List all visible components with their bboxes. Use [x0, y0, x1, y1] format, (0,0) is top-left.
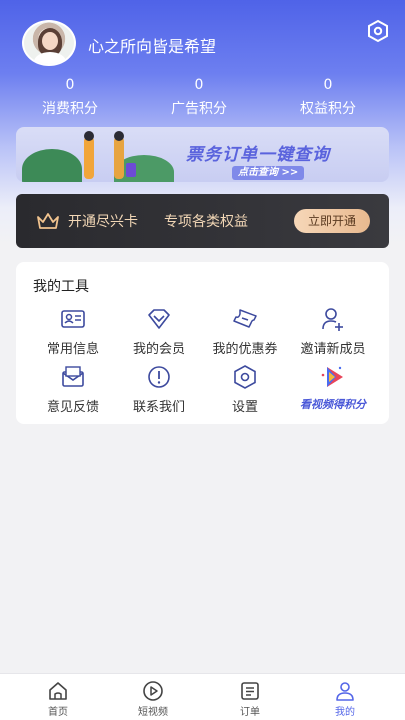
order-icon	[241, 682, 259, 700]
tool-my-coupons[interactable]: 我的优惠券	[200, 306, 290, 357]
username[interactable]: 心之所向皆是希望	[88, 33, 216, 57]
play-icon	[143, 681, 163, 701]
stat-ad-points[interactable]: 0 广告积分	[149, 76, 249, 120]
tab-label: 我的	[335, 707, 355, 718]
activate-button[interactable]: 立即开通	[294, 209, 370, 233]
vip-title: 开通尽兴卡	[68, 214, 138, 230]
stat-value: 0	[323, 77, 333, 93]
settings-icon	[234, 365, 256, 389]
vip-subtitle: 专项各类权益	[164, 214, 248, 230]
tool-label: 邀请新成员	[300, 342, 366, 357]
tools-title: 我的工具	[33, 279, 89, 295]
tool-label: 常用信息	[46, 342, 99, 357]
tool-watch-video-earn[interactable]: 看视频得积分	[288, 364, 378, 412]
my-tools-card: 我的工具 常用信息 我的会员 我的优惠券 邀请新成员 意见反馈 联系我们 设置 …	[16, 262, 389, 424]
stat-consumption-points[interactable]: 0 消费积分	[20, 76, 120, 120]
banner-illustration	[22, 149, 82, 182]
bottom-tab-bar: 首页 短视频 订单 我的	[0, 673, 405, 720]
stat-value: 0	[65, 77, 75, 93]
add-user-icon	[322, 308, 343, 331]
coupon-icon	[233, 309, 257, 328]
tool-label: 意见反馈	[46, 400, 99, 415]
stat-label: 权益积分	[300, 101, 356, 117]
tab-orders[interactable]: 订单	[210, 680, 290, 718]
tool-feedback[interactable]: 意见反馈	[28, 364, 118, 415]
stat-label: 消费积分	[42, 101, 98, 117]
settings-icon[interactable]	[366, 19, 390, 43]
tab-home[interactable]: 首页	[18, 680, 98, 718]
tab-short-video[interactable]: 短视频	[113, 680, 193, 718]
tool-label: 看视频得积分	[300, 398, 366, 411]
tool-my-membership[interactable]: 我的会员	[114, 306, 204, 357]
stat-equity-points[interactable]: 0 权益积分	[278, 76, 378, 120]
tool-invite-members[interactable]: 邀请新成员	[288, 306, 378, 357]
tab-label: 短视频	[138, 707, 168, 718]
tab-mine[interactable]: 我的	[305, 680, 385, 718]
points-stats: 0 消费积分 0 广告积分 0 权益积分	[0, 76, 405, 120]
ticket-banner-title: 票务订单一键查询	[186, 145, 330, 165]
home-icon	[49, 682, 67, 700]
tool-common-info[interactable]: 常用信息	[28, 306, 118, 357]
ticket-query-banner[interactable]: 票务订单一键查询 点击查询 >>	[16, 127, 389, 182]
mail-icon	[62, 366, 84, 387]
tool-label: 设置	[231, 400, 258, 415]
diamond-icon	[148, 309, 170, 329]
avatar[interactable]	[22, 20, 76, 66]
tool-settings[interactable]: 设置	[200, 364, 290, 415]
stat-value: 0	[194, 77, 204, 93]
info-icon	[148, 366, 170, 388]
tool-label: 我的会员	[132, 342, 185, 357]
vip-card-banner[interactable]: 开通尽兴卡 专项各类权益 立即开通	[16, 194, 389, 248]
ticket-banner-cta[interactable]: 点击查询 >>	[232, 166, 305, 180]
tab-label: 订单	[240, 707, 260, 718]
video-play-icon	[321, 366, 343, 387]
tab-label: 首页	[48, 707, 68, 718]
id-card-icon	[61, 310, 85, 328]
crown-icon	[37, 213, 59, 229]
tool-contact-us[interactable]: 联系我们	[114, 364, 204, 415]
user-icon	[336, 682, 354, 701]
tool-label: 联系我们	[132, 400, 185, 415]
stat-label: 广告积分	[171, 101, 227, 117]
tool-label: 我的优惠券	[212, 342, 278, 357]
